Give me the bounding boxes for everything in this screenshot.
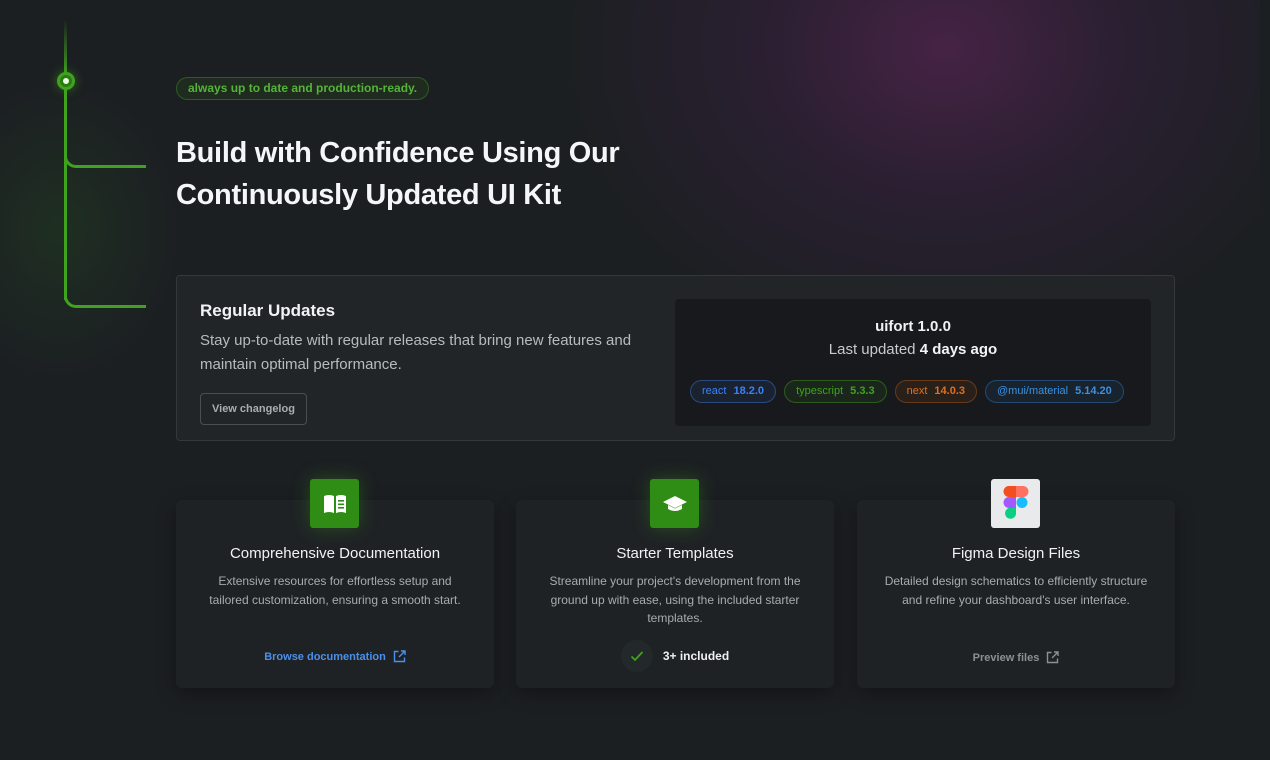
dependency-name: @mui/material <box>997 385 1069 397</box>
dependency-name: next <box>906 385 928 397</box>
feature-card-figma: Figma Design Files Detailed design schem… <box>857 479 1175 688</box>
dependency-badge-react: react 18.2.0 <box>690 380 777 403</box>
external-link-icon <box>393 650 406 663</box>
dependency-version: 5.14.20 <box>1075 385 1112 397</box>
dependency-name: react <box>702 385 727 397</box>
regular-updates-card: Regular Updates Stay up-to-date with reg… <box>176 275 1175 441</box>
dependency-version: 14.0.3 <box>934 385 965 397</box>
last-updated-prefix: Last updated <box>828 341 916 358</box>
figma-icon <box>991 479 1040 528</box>
dependency-name: typescript <box>796 385 844 397</box>
external-link-icon <box>1047 651 1060 664</box>
background-glow-green <box>0 80 180 380</box>
feature-title: Comprehensive Documentation <box>229 545 441 562</box>
templates-included: 3+ included <box>516 640 834 672</box>
feature-description: Streamline your project's development fr… <box>549 574 801 625</box>
last-updated-value: 4 days ago <box>919 341 998 358</box>
last-updated: Last updated 4 days ago <box>675 341 1151 358</box>
feature-description: Detailed design schematics to efficientl… <box>884 574 1148 607</box>
feature-card-documentation: Comprehensive Documentation Extensive re… <box>176 479 494 688</box>
timeline-line <box>64 20 67 300</box>
timeline-branch-fade <box>90 305 148 308</box>
dependency-badge-mui: @mui/material 5.14.20 <box>985 380 1124 403</box>
version-name: uifort 1.0.0 <box>875 318 951 335</box>
check-icon <box>620 640 653 672</box>
browse-documentation-link[interactable]: Browse documentation <box>176 650 494 663</box>
timeline-dot <box>57 72 75 90</box>
view-changelog-button[interactable]: View changelog <box>200 393 307 425</box>
timeline-branch-title <box>64 144 146 168</box>
link-label: Browse documentation <box>264 650 386 663</box>
book-icon <box>310 479 359 528</box>
dependency-badge-next: next 14.0.3 <box>894 380 977 403</box>
preview-files-link[interactable]: Preview files <box>857 651 1175 664</box>
feature-title: Figma Design Files <box>951 545 1081 562</box>
included-count: 3+ included <box>662 649 730 663</box>
tagline-chip: always up to date and production-ready. <box>176 77 430 100</box>
dependency-version: 5.3.3 <box>850 385 875 397</box>
feature-description: Extensive resources for effortless setup… <box>209 574 461 607</box>
updates-title: Regular Updates <box>200 301 336 320</box>
timeline-decoration <box>0 0 160 320</box>
hero-title: Build with Confidence Using Our Continuo… <box>176 137 620 211</box>
feature-title: Starter Templates <box>616 545 734 562</box>
timeline-branch-card <box>64 284 146 308</box>
timeline-branch-fade <box>90 165 148 168</box>
feature-card-starter-templates: Starter Templates Streamline your projec… <box>516 479 834 688</box>
updates-description: Stay up-to-date with regular releases th… <box>200 332 632 373</box>
dependency-badges: react 18.2.0 typescript 5.3.3 next 14.0.3 @… <box>690 380 1124 403</box>
link-label: Preview files <box>972 651 1040 664</box>
version-panel: uifort 1.0.0 Last updated 4 days ago rea… <box>675 299 1151 426</box>
dependency-badge-typescript: typescript 5.3.3 <box>784 380 887 403</box>
graduation-cap-icon <box>650 479 699 528</box>
dependency-version: 18.2.0 <box>733 385 765 397</box>
